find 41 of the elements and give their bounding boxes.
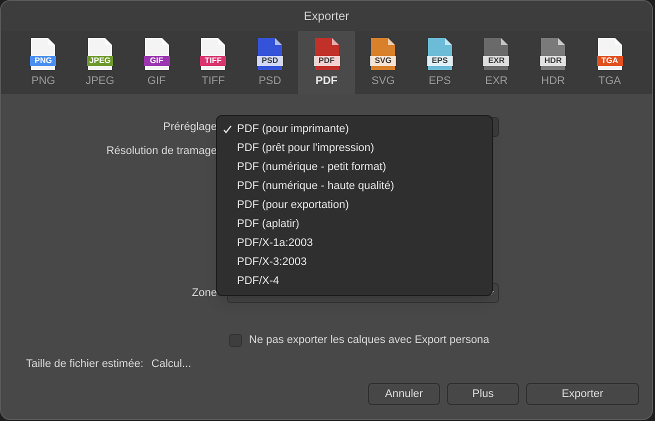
menu-item[interactable]: PDF/X-3:2003 xyxy=(237,254,307,271)
file-type-label: PNG xyxy=(34,56,53,66)
format-tab[interactable]: HDR HDR xyxy=(524,31,582,94)
file-type-label: SVG xyxy=(374,56,393,66)
format-tab[interactable]: PSD PSD xyxy=(242,31,298,94)
menu-item[interactable]: PDF (aplatir) xyxy=(237,216,300,233)
field-label: Résolution de tramage xyxy=(105,144,218,159)
file-type-label: PSD xyxy=(260,56,280,66)
format-tab[interactable]: TGA TGA xyxy=(581,31,638,94)
field-label: Préréglage xyxy=(162,120,218,135)
file-type-label: GIF xyxy=(148,56,164,66)
format-tab[interactable]: GIF GIF xyxy=(128,31,185,94)
file-type-label: HDR xyxy=(543,56,563,66)
menu-item[interactable]: PDF (pour exportation) xyxy=(237,197,349,214)
format-tab[interactable]: EXR EXR xyxy=(468,31,525,94)
menu-item[interactable]: PDF (pour imprimante) xyxy=(237,121,349,138)
file-type-label: TIFF xyxy=(204,56,223,66)
menu-item[interactable]: PDF/X-1a:2003 xyxy=(237,235,313,252)
menu-item[interactable]: PDF (numérique - haute qualité) xyxy=(237,178,394,195)
format-tab[interactable]: EPS EPS xyxy=(411,31,468,94)
format-tab[interactable]: SVG SVG xyxy=(354,31,412,94)
file-type-label: TGA xyxy=(600,56,620,66)
file-type-label: PDF xyxy=(318,56,336,66)
dialog-button[interactable]: Exporter xyxy=(526,383,639,405)
file-type-label: JPEG xyxy=(88,56,112,66)
dialog-button[interactable]: Annuler xyxy=(368,383,440,405)
menu-item[interactable]: PDF (prêt pour l'impression) xyxy=(237,140,374,157)
file-type-label: EXR xyxy=(487,56,506,66)
field-label: Zone xyxy=(190,286,218,301)
file-size-label: Taille de fichier estimée: xyxy=(26,356,144,372)
checkbox-label: Ne pas exporter les calques avec Export persona xyxy=(249,332,490,348)
format-tab[interactable]: PNG PNG xyxy=(15,31,72,94)
dialog-button[interactable]: Plus xyxy=(447,383,519,405)
format-tab[interactable]: TIFF TIFF xyxy=(184,31,242,94)
format-tab[interactable]: JPEG JPEG xyxy=(72,31,128,94)
file-size-value: Calcul... xyxy=(151,356,192,372)
format-tab[interactable]: PDF PDF xyxy=(298,31,355,94)
file-type-label: EPS xyxy=(430,56,449,66)
menu-item[interactable]: PDF (numérique - petit format) xyxy=(237,159,386,176)
window-title: Exporter xyxy=(304,8,350,25)
menu-item[interactable]: PDF/X-4 xyxy=(237,273,280,290)
